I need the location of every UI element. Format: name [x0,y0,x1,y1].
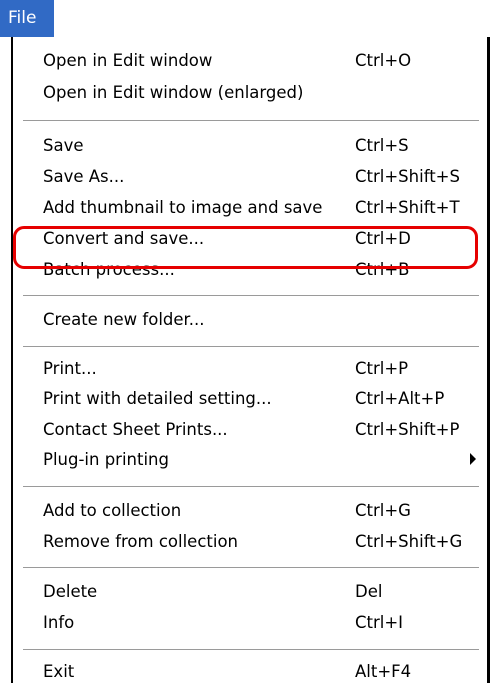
menu-item-shortcut: Ctrl+P [355,359,409,378]
menu-item-exit[interactable]: Exit Alt+F4 [13,656,487,683]
menu-item-label: Contact Sheet Prints... [43,420,228,439]
menu-item-label: Create new folder... [43,310,205,329]
menu-item-label: Info [43,613,75,632]
menu-item-shortcut: Ctrl+Shift+G [355,532,463,551]
menu-item-shortcut: Ctrl+Shift+S [355,167,460,186]
menu-item-label: Print... [43,359,97,378]
menu-item-shortcut: Del [355,582,383,601]
menu-item-save[interactable]: Save Ctrl+S [13,130,487,160]
menu-item-label: Delete [43,582,98,601]
submenu-arrow-icon [470,453,476,465]
menu-item-plug-in-printing[interactable]: Plug-in printing [13,444,487,474]
menu-item-open-in-edit-window[interactable]: Open in Edit window Ctrl+O [13,45,487,75]
menu-item-label: Open in Edit window [43,51,213,70]
menu-separator [23,567,479,569]
menu-item-shortcut: Ctrl+S [355,136,409,155]
menu-item-label: Open in Edit window (enlarged) [43,83,304,102]
menu-item-print-with-detailed-setting[interactable]: Print with detailed setting... Ctrl+Alt+… [13,383,487,413]
menu-item-create-new-folder[interactable]: Create new folder... [13,304,487,334]
menu-item-shortcut: Ctrl+Alt+P [355,389,445,408]
menu-bar: File [0,0,502,37]
menu-separator [23,346,479,348]
menu-item-label: Plug-in printing [43,450,169,469]
menu-screenshot: File Open in Edit window Ctrl+O Open in … [0,0,502,683]
menu-item-label: Save [43,136,84,155]
menu-item-label: Exit [43,662,75,681]
menu-item-label: Print with detailed setting... [43,389,272,408]
menu-item-label: Add to collection [43,501,182,520]
menu-item-save-as[interactable]: Save As... Ctrl+Shift+S [13,161,487,191]
menu-separator [23,295,479,297]
file-menu-title[interactable]: File [0,0,54,37]
menu-item-print[interactable]: Print... Ctrl+P [13,353,487,383]
menu-separator [23,486,479,488]
menu-item-shortcut: Ctrl+G [355,501,411,520]
menu-item-add-to-collection[interactable]: Add to collection Ctrl+G [13,495,487,525]
menu-item-open-in-edit-window-enlarged[interactable]: Open in Edit window (enlarged) [13,77,487,107]
menu-separator [23,120,479,122]
menu-item-info[interactable]: Info Ctrl+I [13,607,487,637]
file-menu-dropdown: Open in Edit window Ctrl+O Open in Edit … [11,37,490,683]
menu-item-delete[interactable]: Delete Del [13,576,487,606]
menu-item-contact-sheet-prints[interactable]: Contact Sheet Prints... Ctrl+Shift+P [13,414,487,444]
menu-item-shortcut: Ctrl+Shift+T [355,198,460,217]
highlight-callout [13,226,478,269]
menu-item-shortcut: Ctrl+I [355,613,404,632]
menu-item-label: Add thumbnail to image and save [43,198,323,217]
menu-item-remove-from-collection[interactable]: Remove from collection Ctrl+Shift+G [13,526,487,556]
menu-item-shortcut: Alt+F4 [355,662,412,681]
menu-separator [23,649,479,651]
menu-item-shortcut: Ctrl+Shift+P [355,420,460,439]
menu-item-label: Save As... [43,167,125,186]
menu-item-shortcut: Ctrl+O [355,51,412,70]
menu-item-add-thumbnail-and-save[interactable]: Add thumbnail to image and save Ctrl+Shi… [13,192,487,222]
menu-item-label: Remove from collection [43,532,239,551]
